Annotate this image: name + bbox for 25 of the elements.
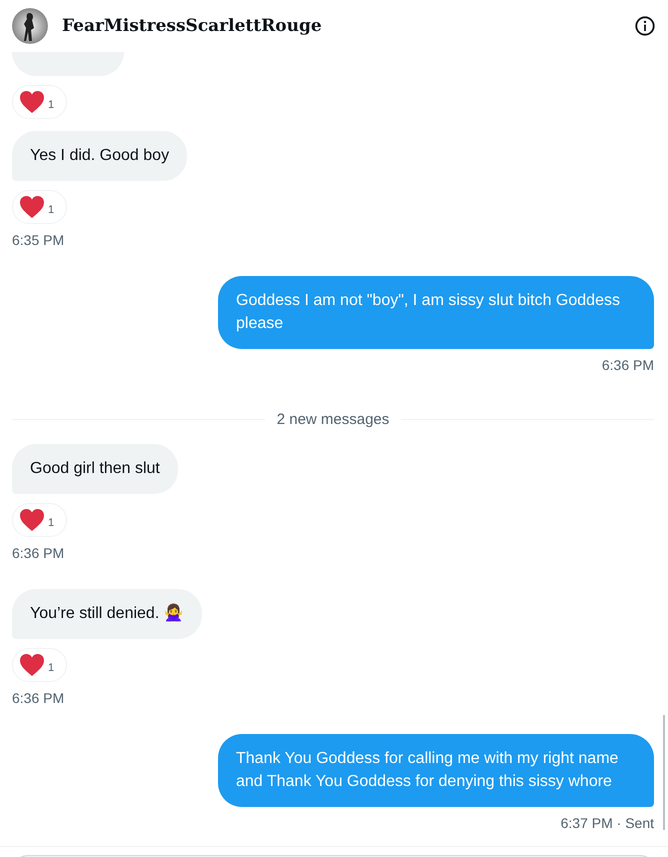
message-bubble[interactable]: Yes I did. Good boy: [12, 131, 188, 181]
heart-icon: [19, 508, 45, 532]
reaction-pill[interactable]: 1: [12, 190, 68, 224]
reaction-count: 1: [48, 662, 54, 674]
message-time: 6:36 PM: [12, 545, 64, 561]
reaction-count: 1: [48, 517, 54, 529]
heart-icon: [19, 195, 45, 219]
reaction-pill[interactable]: 1: [12, 503, 68, 537]
new-messages-divider: 2 new messages: [276, 411, 390, 428]
message-bubble[interactable]: You’re still denied. 🙅‍♀: [12, 589, 202, 639]
message-time: 6:37 PM · Sent: [560, 815, 654, 831]
message-time: 6:36 PM: [12, 690, 64, 706]
reaction-pill[interactable]: 1: [12, 85, 68, 119]
message-time: 6:35 PM: [12, 232, 64, 248]
heart-icon: [19, 653, 45, 677]
message-bubble[interactable]: Good girl then slut: [12, 444, 178, 494]
message-time: 6:36 PM: [602, 357, 654, 373]
avatar[interactable]: [12, 8, 48, 44]
contact-name[interactable]: FearMistressScarlettRouge: [62, 16, 620, 36]
info-icon[interactable]: [634, 15, 656, 37]
heart-icon: [19, 90, 45, 114]
scrollbar[interactable]: [663, 715, 665, 830]
reaction-count: 1: [48, 99, 54, 111]
reaction-count: 1: [48, 204, 54, 216]
reaction-pill[interactable]: 1: [12, 648, 68, 682]
